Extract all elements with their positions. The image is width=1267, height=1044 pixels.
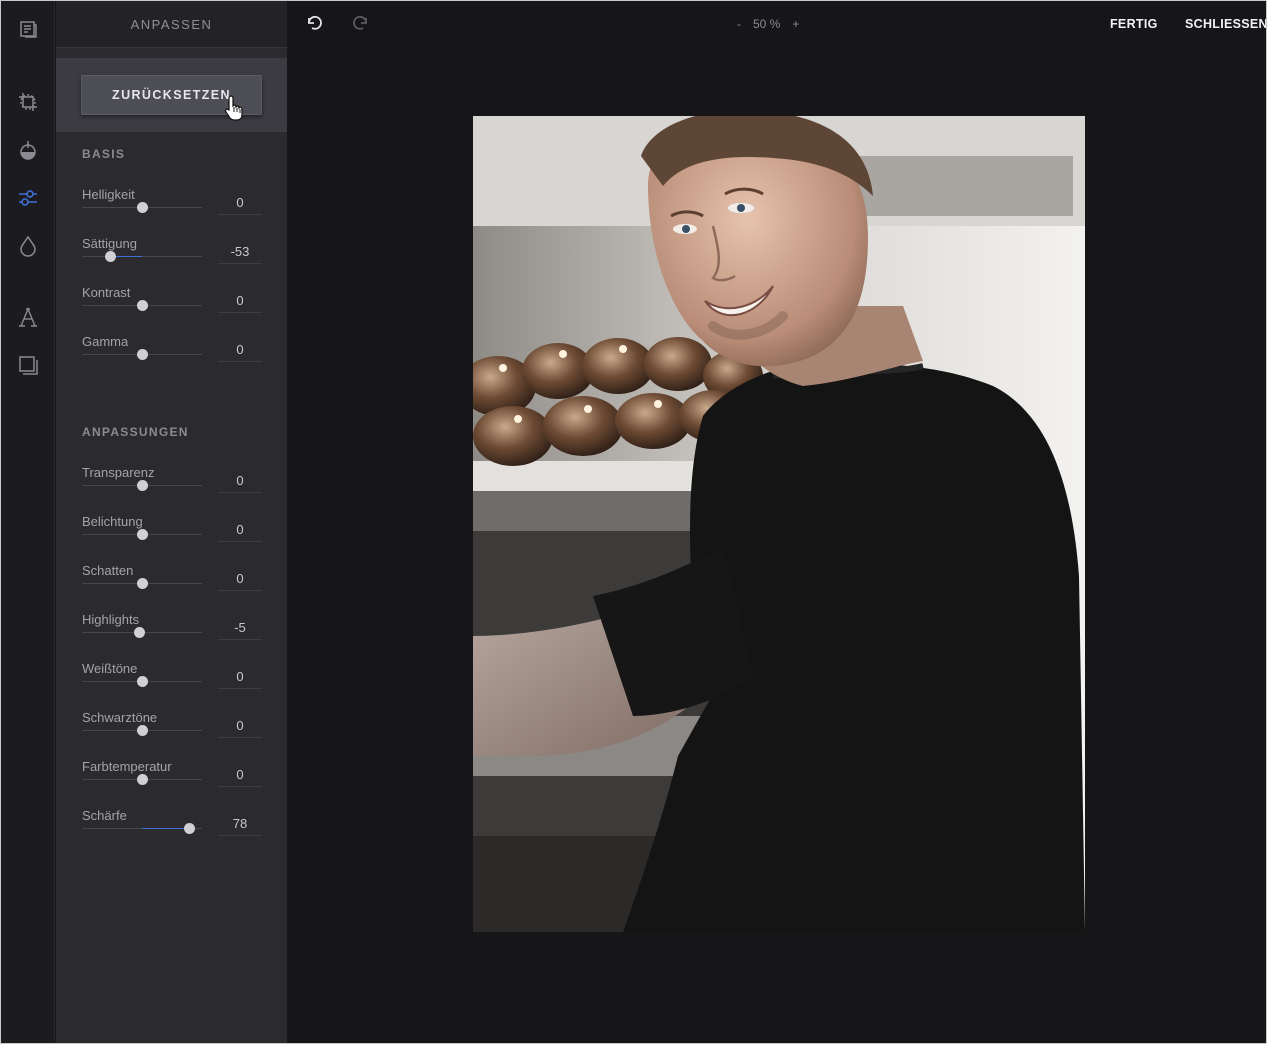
slider-label: Schatten <box>82 563 134 578</box>
slider-thumb[interactable] <box>137 349 148 360</box>
close-button[interactable]: SCHLIESSEN <box>1185 17 1266 31</box>
slider-label: Schärfe <box>82 808 127 823</box>
slider-thumb[interactable] <box>137 300 148 311</box>
slider-value-field[interactable]: 0 <box>218 569 262 591</box>
slider-schatten: Schatten 0 <box>82 563 262 603</box>
slider-label: Transparenz <box>82 465 155 480</box>
slider-schärfe: Schärfe 78 <box>82 808 262 848</box>
slider-farbtemperatur: Farbtemperatur 0 <box>82 759 262 799</box>
slider-track[interactable] <box>82 256 202 257</box>
slider-label: Helligkeit <box>82 187 135 202</box>
zoom-control: - 50 % + <box>737 17 799 31</box>
crop-icon <box>19 93 37 111</box>
slider-value-field[interactable]: 0 <box>218 667 262 689</box>
slider-value-field[interactable]: 0 <box>218 291 262 313</box>
slider-value-field[interactable]: -53 <box>218 242 262 264</box>
slider-thumb[interactable] <box>137 774 148 785</box>
slider-label: Farbtemperatur <box>82 759 172 774</box>
adjust-title: ANPASSUNGEN <box>82 425 189 439</box>
slider-label: Schwarztöne <box>82 710 158 725</box>
photo-image <box>473 116 1085 932</box>
slider-label: Sättigung <box>82 236 137 251</box>
library-button[interactable] <box>12 13 44 45</box>
slider-schwarztöne: Schwarztöne 0 <box>82 710 262 750</box>
tool-rail <box>1 1 55 1043</box>
panel-title: ANPASSEN <box>56 1 287 48</box>
slider-helligkeit: Helligkeit 0 <box>82 187 262 227</box>
slider-label: Weißtöne <box>82 661 138 676</box>
slider-thumb[interactable] <box>105 251 117 262</box>
slider-transparenz: Transparenz 0 <box>82 465 262 505</box>
slider-value-field[interactable]: -5 <box>218 618 262 640</box>
slider-value-field[interactable]: 0 <box>218 193 262 215</box>
slider-value-field[interactable]: 0 <box>218 340 262 362</box>
slider-gamma: Gamma 0 <box>82 334 262 374</box>
slider-thumb[interactable] <box>137 725 148 736</box>
frame-icon <box>19 356 38 375</box>
slider-thumb[interactable] <box>137 676 148 687</box>
slider-thumb[interactable] <box>183 823 195 834</box>
slider-kontrast: Kontrast 0 <box>82 285 262 325</box>
basis-title: BASIS <box>82 147 126 161</box>
text-button[interactable] <box>12 301 44 333</box>
drop-icon <box>20 235 36 257</box>
zoom-level: 50 % <box>753 17 781 31</box>
slider-thumb[interactable] <box>137 480 148 491</box>
filter-button[interactable] <box>12 134 44 166</box>
hand-cursor-icon <box>224 95 243 121</box>
redo-icon[interactable] <box>351 13 371 33</box>
slider-weißtöne: Weißtöne 0 <box>82 661 262 701</box>
zoom-in-button[interactable]: + <box>792 17 799 31</box>
reset-area: ZURÜCKSETZEN <box>56 58 287 132</box>
top-toolbar: - 50 % + FERTIG SCHLIESSEN <box>287 1 1266 47</box>
slider-value-field[interactable]: 0 <box>218 520 262 542</box>
text-icon <box>19 307 37 327</box>
slider-label: Belichtung <box>82 514 143 529</box>
slider-highlights: Highlights -5 <box>82 612 262 652</box>
adjust-button[interactable] <box>12 182 44 214</box>
frame-button[interactable] <box>12 349 44 381</box>
filter-icon <box>20 141 36 160</box>
slider-sättigung: Sättigung -53 <box>82 236 262 276</box>
crop-button[interactable] <box>12 86 44 118</box>
photo-editor: ANPASSEN ZURÜCKSETZEN BASIS Helligkeit 0 S… <box>1 1 1266 1043</box>
slider-value-field[interactable]: 78 <box>218 814 262 836</box>
adjust-icon <box>19 190 37 206</box>
slider-label: Gamma <box>82 334 129 349</box>
library-icon <box>20 21 37 38</box>
slider-fill <box>142 828 189 829</box>
slider-label: Highlights <box>82 612 140 627</box>
canvas-photo[interactable] <box>473 116 1085 932</box>
slider-value-field[interactable]: 0 <box>218 471 262 493</box>
slider-label: Kontrast <box>82 285 131 300</box>
adjust-panel: ANPASSEN ZURÜCKSETZEN BASIS Helligkeit 0 S… <box>56 1 287 1043</box>
undo-icon[interactable] <box>304 13 324 33</box>
drop-button[interactable] <box>12 230 44 262</box>
slider-thumb[interactable] <box>137 578 148 589</box>
slider-thumb[interactable] <box>134 627 145 638</box>
slider-value-field[interactable]: 0 <box>218 765 262 787</box>
slider-belichtung: Belichtung 0 <box>82 514 262 554</box>
slider-thumb[interactable] <box>137 529 148 540</box>
zoom-out-button[interactable]: - <box>737 17 741 31</box>
done-button[interactable]: FERTIG <box>1110 17 1158 31</box>
slider-thumb[interactable] <box>137 202 148 213</box>
slider-value-field[interactable]: 0 <box>218 716 262 738</box>
